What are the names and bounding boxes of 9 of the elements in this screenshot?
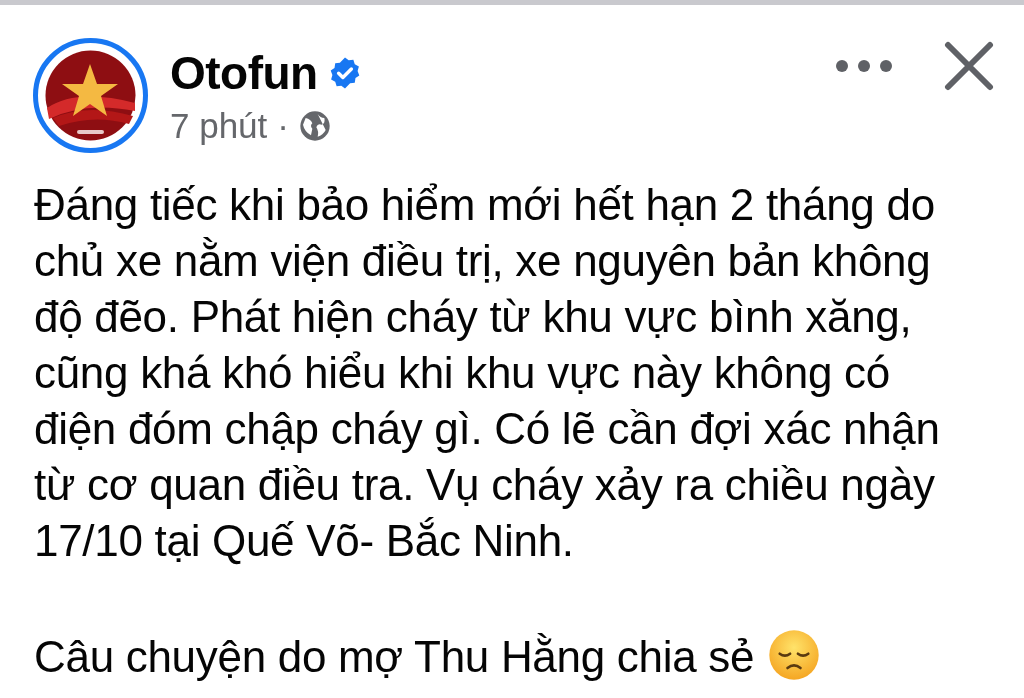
separator-dot: · xyxy=(277,105,289,146)
globe-icon[interactable] xyxy=(298,109,331,142)
post-time[interactable]: 7 phút xyxy=(170,105,268,146)
close-button[interactable] xyxy=(944,40,994,91)
author-name[interactable]: Otofun xyxy=(170,45,318,100)
post-text: Đáng tiếc khi bảo hiểm mới hết hạn 2 tháng do chủ xe nằm viện điều trị, xe nguyên bản không độ đẽo. Phát hiện cháy từ khu vực bình xăng, cũng khá khó hiểu khi khu vực này không có điện đóm chập cháy gì. Có lẽ cần đợi xác nhận từ cơ quan điều tra. Vụ cháy xảy ra chiều ngày 17/10 tại Quế Võ- Bắc Ninh. xyxy=(34,179,941,567)
more-options-button[interactable] xyxy=(834,57,894,74)
avatar-logo[interactable] xyxy=(33,38,148,153)
post-text: Câu chuyện do mợ Thu Hằng chia sẻ xyxy=(34,629,1004,685)
